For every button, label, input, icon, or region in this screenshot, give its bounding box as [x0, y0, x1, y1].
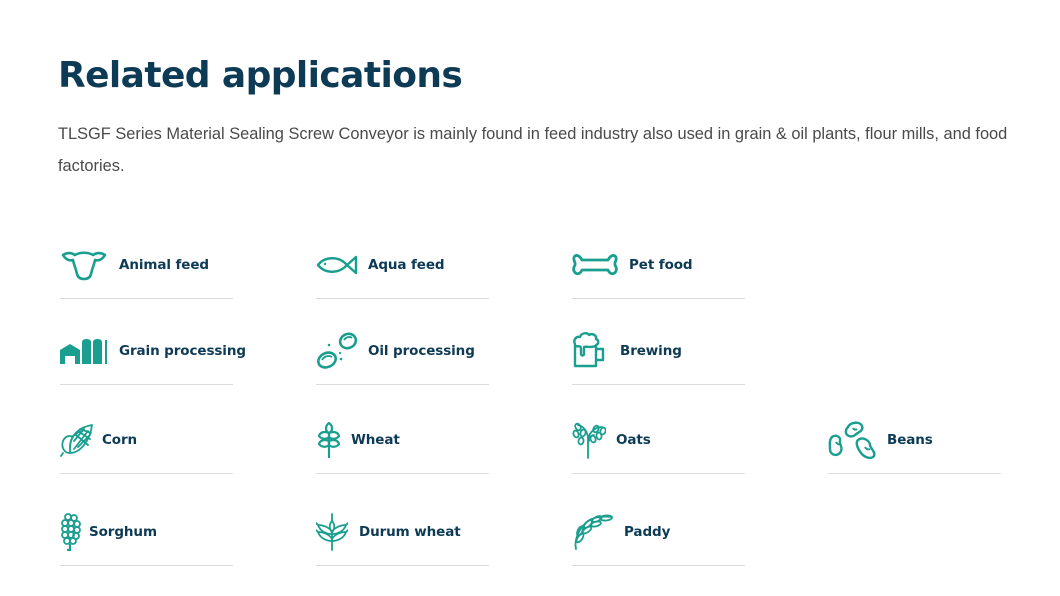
application-item-beans[interactable]: Beans [828, 407, 1001, 474]
application-item-wheat[interactable]: Wheat [316, 407, 489, 474]
application-label: Grain processing [119, 343, 246, 359]
application-label: Animal feed [119, 257, 209, 273]
application-item-paddy[interactable]: Paddy [572, 499, 745, 566]
application-item-corn[interactable]: Corn [60, 407, 233, 474]
application-item-grain-processing[interactable]: Grain processing [60, 318, 246, 385]
application-label: Oil processing [368, 343, 475, 359]
application-label: Sorghum [89, 524, 157, 540]
beer-mug-icon [572, 332, 608, 370]
application-label: Oats [616, 432, 651, 448]
oil-drops-icon [316, 331, 360, 371]
application-item-oats[interactable]: Oats [572, 407, 745, 474]
application-label: Aqua feed [368, 257, 445, 273]
application-item-durum-wheat[interactable]: Durum wheat [316, 499, 489, 566]
wheat-icon [316, 421, 342, 459]
section-title: Related applications [58, 55, 463, 96]
application-label: Beans [887, 432, 933, 448]
sorghum-icon [60, 513, 82, 551]
cow-head-icon [60, 249, 108, 281]
application-item-oil-processing[interactable]: Oil processing [316, 318, 489, 385]
application-item-aqua-feed[interactable]: Aqua feed [316, 232, 489, 299]
oats-icon [572, 421, 606, 459]
bone-icon [572, 252, 618, 278]
application-label: Paddy [624, 524, 671, 540]
application-label: Durum wheat [359, 524, 461, 540]
application-label: Wheat [351, 432, 400, 448]
application-label: Brewing [620, 343, 682, 359]
durum-wheat-icon [316, 513, 348, 551]
application-item-pet-food[interactable]: Pet food [572, 232, 745, 299]
grain-silo-icon [60, 336, 108, 366]
application-item-sorghum[interactable]: Sorghum [60, 499, 233, 566]
application-label: Corn [102, 432, 138, 448]
application-item-brewing[interactable]: Brewing [572, 318, 745, 385]
section-description: TLSGF Series Material Sealing Screw Conv… [58, 125, 1008, 175]
fish-icon [316, 253, 358, 277]
application-label: Pet food [629, 257, 693, 273]
application-item-animal-feed[interactable]: Animal feed [60, 232, 233, 299]
beans-icon [828, 421, 878, 459]
paddy-icon [572, 513, 614, 551]
corn-icon [60, 423, 94, 457]
